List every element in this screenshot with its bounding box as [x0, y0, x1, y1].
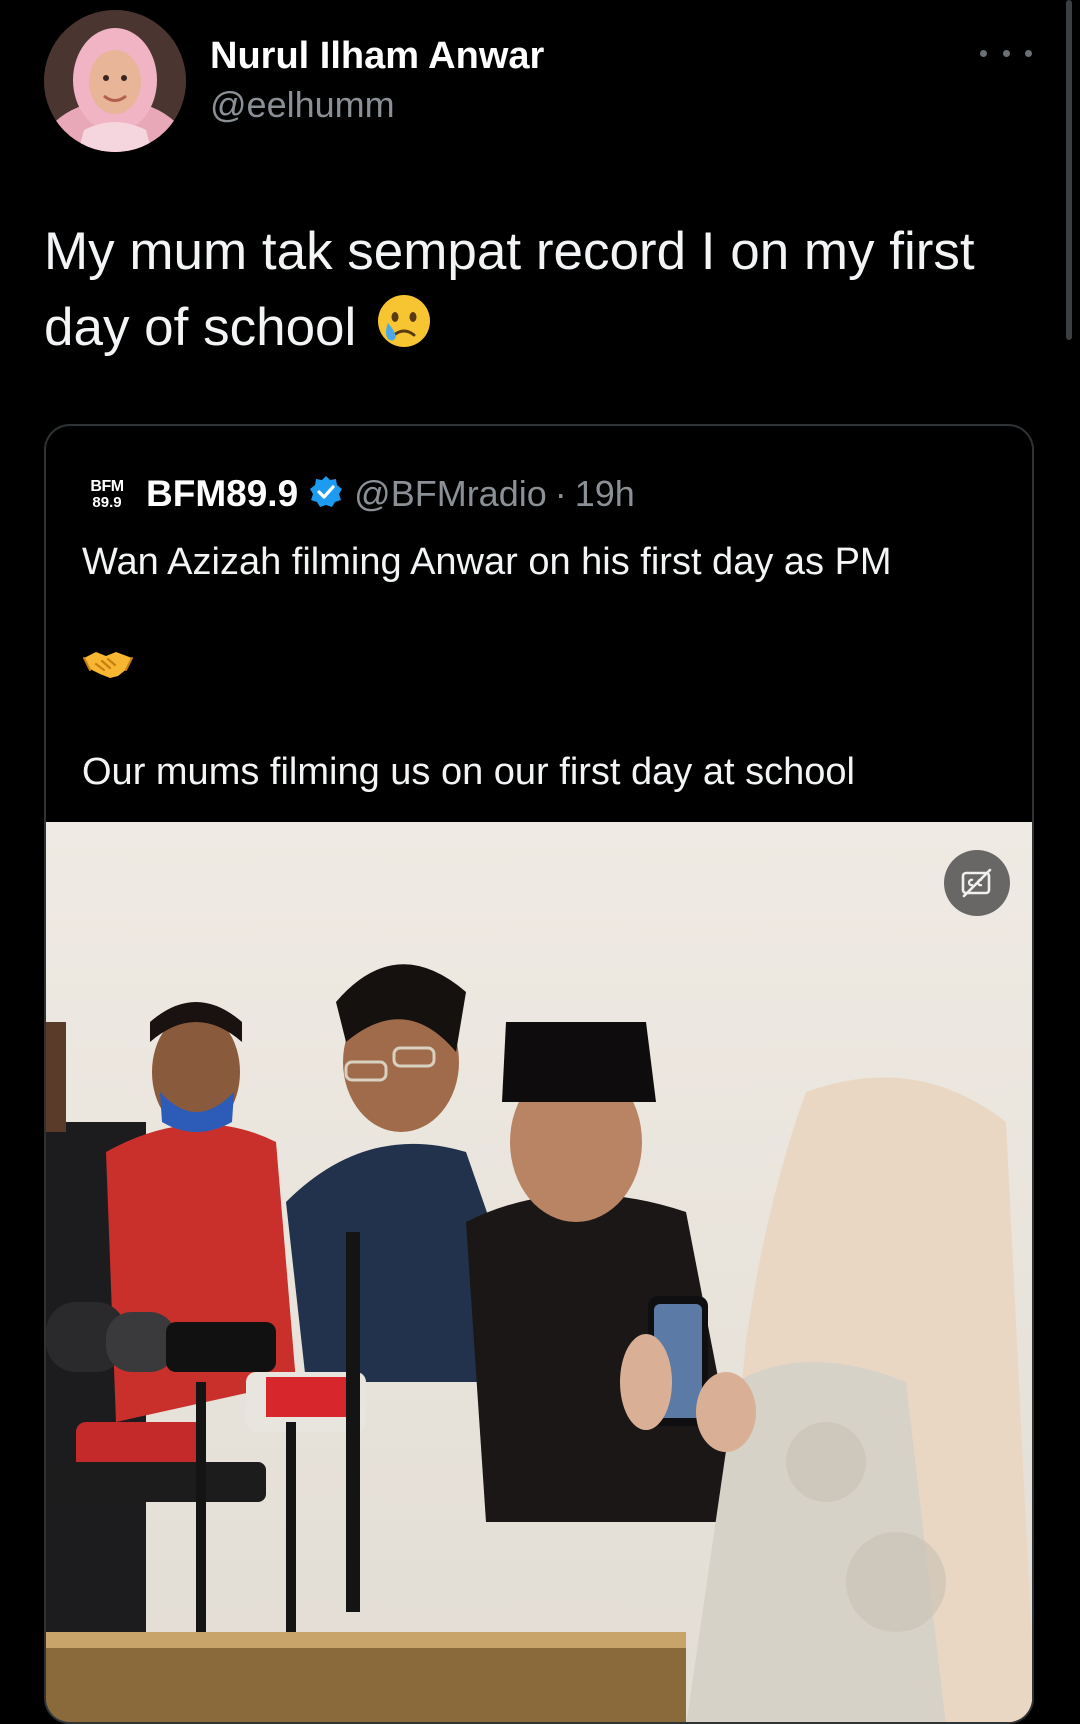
tweet-body: My mum tak sempat record I on my first d…	[44, 222, 975, 357]
tweet-text: My mum tak sempat record I on my first d…	[44, 214, 1004, 370]
quote-handle[interactable]: @BFMradio	[354, 473, 547, 515]
bfm-logo-bottom: 89.9	[92, 493, 122, 511]
more-icon[interactable]	[980, 42, 1032, 64]
handshake-icon	[82, 644, 134, 689]
quote-text-line1: Wan Azizah filming Anwar on his first da…	[82, 541, 892, 583]
author-handle[interactable]: @eelhumm	[210, 84, 544, 126]
quote-media-video[interactable]	[46, 822, 1032, 1722]
scrollbar[interactable]	[1066, 0, 1072, 340]
quote-separator: ·	[554, 473, 567, 514]
quote-text-line2: Our mums filming us on our first day at …	[82, 751, 855, 793]
author-block: Nurul Ilham Anwar @eelhumm	[210, 34, 544, 126]
bfm-logo[interactable]: BFM 89.9	[84, 471, 130, 517]
captions-off-icon[interactable]	[944, 850, 1010, 916]
quote-header: BFM 89.9 BFM89.9 @BFMradio · 19h	[84, 466, 635, 522]
quote-timestamp[interactable]: 19h	[575, 473, 635, 515]
tweet: Nurul Ilham Anwar @eelhumm My mum tak se…	[0, 0, 1080, 1724]
avatar[interactable]	[44, 10, 186, 152]
more-dot	[1025, 49, 1032, 57]
more-dot	[980, 49, 987, 57]
more-dot	[1002, 49, 1010, 57]
bfm-logo-top: BFM	[90, 477, 124, 495]
author-display-name[interactable]: Nurul Ilham Anwar	[210, 34, 544, 78]
verified-badge-icon	[308, 474, 344, 515]
quote-tweet-card[interactable]: BFM 89.9 BFM89.9 @BFMradio · 19h Wan Azi…	[44, 424, 1034, 1724]
quote-display-name[interactable]: BFM89.9	[146, 473, 298, 515]
crying-face-icon	[376, 293, 432, 370]
